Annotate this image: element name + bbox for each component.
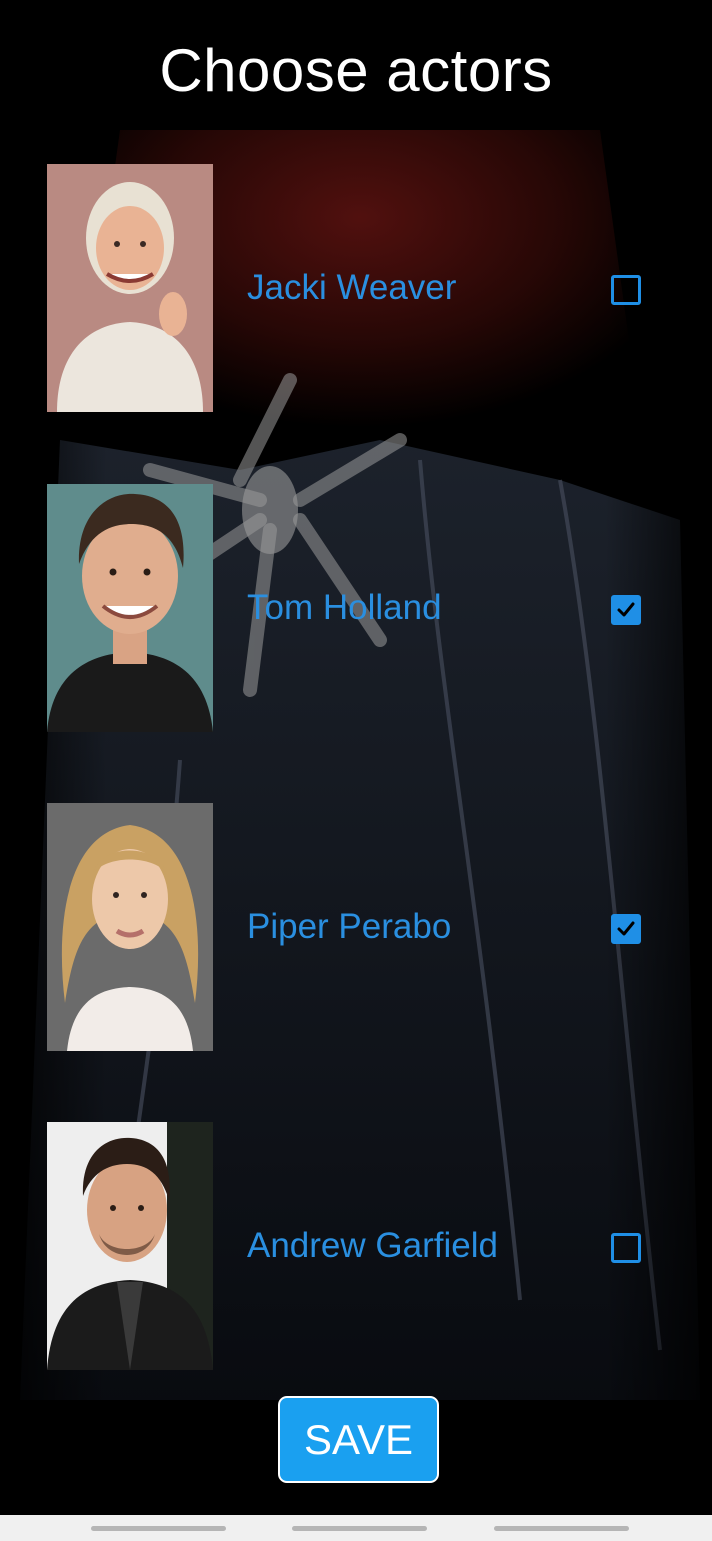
nav-back-handle[interactable] [494,1526,629,1531]
actor-photo [47,1122,213,1370]
actor-checkbox[interactable] [611,914,641,944]
actor-row: Piper Perabo [0,803,712,1051]
actor-name: Andrew Garfield [247,1226,498,1265]
actor-checkbox[interactable] [611,595,641,625]
actor-photo [47,164,213,412]
system-navigation-bar [0,1515,712,1541]
actor-checkbox[interactable] [611,1233,641,1263]
actor-name: Tom Holland [247,588,442,627]
actor-name: Jacki Weaver [247,268,457,307]
actor-name: Piper Perabo [247,907,452,946]
actor-row: Tom Holland [0,484,712,732]
actor-row: Jacki Weaver [0,164,712,412]
save-button[interactable]: SAVE [278,1396,439,1483]
app-screen: Choose actors Jacki Weaver Tom Holland P… [0,0,712,1541]
nav-recents-handle[interactable] [91,1526,226,1531]
page-title: Choose actors [159,37,553,104]
actor-photo [47,803,213,1051]
actor-photo [47,484,213,732]
actor-row: Andrew Garfield [0,1122,712,1370]
actor-checkbox[interactable] [611,275,641,305]
nav-home-handle[interactable] [292,1526,427,1531]
